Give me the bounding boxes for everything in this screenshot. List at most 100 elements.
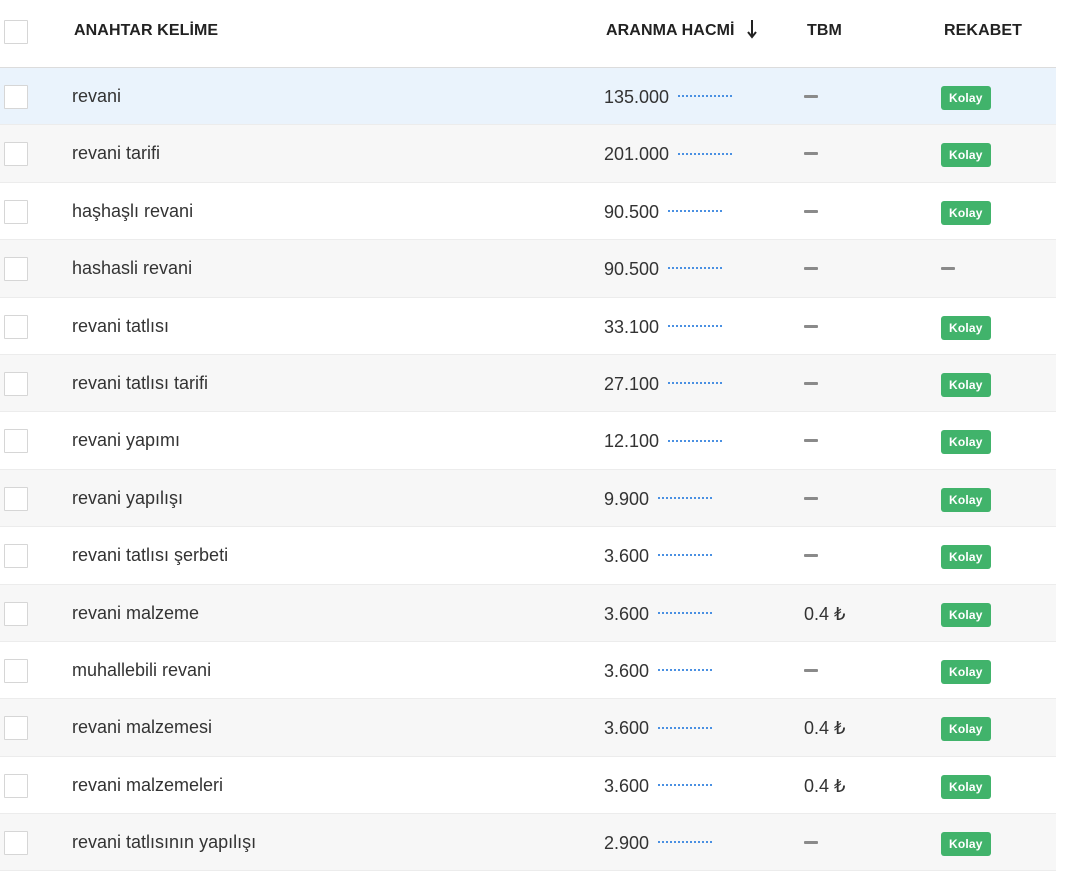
cpc-empty-dash-icon <box>804 95 818 98</box>
volume-value: 27.100 <box>604 373 660 394</box>
trend-sparkline-icon[interactable] <box>658 726 713 729</box>
keyword-cell[interactable]: revani <box>72 86 121 107</box>
volume-value: 33.100 <box>604 316 660 337</box>
volume-cell: 9.900 <box>604 488 713 510</box>
row-checkbox[interactable] <box>4 371 28 396</box>
volume-cell: 135.000 <box>604 87 733 108</box>
table-row[interactable]: revani tarifi 201.000 Kolay <box>0 125 1056 183</box>
competition-badge: Kolay <box>941 200 991 225</box>
table-row[interactable]: revani yapımı 12.100 Kolay <box>0 412 1056 470</box>
cpc-empty-dash-icon <box>804 209 818 213</box>
table-row[interactable]: revani malzeme 3.600 0.4 ₺ Kolay <box>0 584 1056 642</box>
table-row[interactable]: muhallebili revani 3.600 Kolay <box>0 641 1056 700</box>
volume-value: 9.900 <box>604 488 650 509</box>
competition-badge: Kolay <box>941 315 991 340</box>
trend-sparkline-icon[interactable] <box>668 267 723 270</box>
trend-sparkline-icon[interactable] <box>678 95 733 98</box>
trend-sparkline-icon[interactable] <box>658 611 713 614</box>
volume-value: 201.000 <box>604 144 670 165</box>
keyword-cell[interactable]: revani tatlısı şerbeti <box>72 545 228 566</box>
table-row[interactable]: revani tatlısının yapılışı 2.900 Kolay <box>0 814 1056 872</box>
row-checkbox[interactable] <box>4 314 28 339</box>
sort-down-arrow-icon[interactable] <box>744 18 760 40</box>
table-row[interactable]: revani tatlısı şerbeti 3.600 Kolay <box>0 527 1056 585</box>
column-header-competition[interactable]: REKABET <box>944 22 1022 40</box>
trend-sparkline-icon[interactable] <box>658 783 713 786</box>
row-checkbox[interactable] <box>4 658 28 683</box>
volume-cell: 201.000 <box>604 144 733 165</box>
volume-value: 3.600 <box>604 775 650 796</box>
table-row[interactable]: revani 135.000 Kolay <box>0 68 1056 126</box>
cpc-empty-dash-icon <box>804 439 818 443</box>
volume-value: 3.600 <box>604 546 650 567</box>
trend-sparkline-icon[interactable] <box>668 210 723 213</box>
cpc-empty-dash-icon <box>804 381 818 385</box>
select-all-checkbox[interactable] <box>4 20 28 44</box>
table-row[interactable]: hashasli revani 90.500 <box>0 240 1056 298</box>
keyword-cell[interactable]: revani tarifi <box>72 143 160 164</box>
competition-badge: Kolay <box>941 487 991 512</box>
keyword-cell[interactable]: revani tatlısı tarifi <box>72 373 208 394</box>
keyword-cell[interactable]: revani yapımı <box>72 430 180 451</box>
row-checkbox[interactable] <box>4 85 28 109</box>
trend-sparkline-icon[interactable] <box>668 382 723 385</box>
row-checkbox[interactable] <box>4 601 28 626</box>
keyword-cell[interactable]: revani malzemesi <box>72 717 212 738</box>
trend-sparkline-icon[interactable] <box>658 554 713 557</box>
volume-cell: 12.100 <box>604 431 723 452</box>
competition-badge: Kolay <box>941 372 991 397</box>
row-checkbox[interactable] <box>4 429 28 454</box>
competition-badge: Kolay <box>941 430 991 455</box>
table-row[interactable]: revani tatlısı 33.100 Kolay <box>0 297 1056 355</box>
trend-sparkline-icon[interactable] <box>668 439 723 442</box>
competition-badge: Kolay <box>941 86 991 110</box>
keyword-cell[interactable]: muhallebili revani <box>72 660 211 681</box>
cpc-empty-dash-icon <box>804 668 818 672</box>
keyword-cell[interactable]: revani tatlısının yapılışı <box>72 832 256 853</box>
keyword-cell[interactable]: revani malzemeleri <box>72 775 223 796</box>
volume-value: 12.100 <box>604 431 660 452</box>
table-row[interactable]: revani malzemesi 3.600 0.4 ₺ Kolay <box>0 699 1056 757</box>
keyword-cell[interactable]: revani tatlısı <box>72 316 169 337</box>
competition-badge: Kolay <box>941 659 991 684</box>
keyword-cell[interactable]: hashasli revani <box>72 258 192 279</box>
volume-value: 3.600 <box>604 718 650 739</box>
column-header-keyword[interactable]: ANAHTAR KELİME <box>74 22 218 40</box>
row-checkbox[interactable] <box>4 716 28 741</box>
keyword-cell[interactable]: revani malzeme <box>72 603 199 624</box>
competition-badge: Kolay <box>941 143 991 168</box>
volume-cell: 2.900 <box>604 833 713 854</box>
table-body: revani 135.000 Kolay revani tarifi 201.000 Ko… <box>0 68 1056 872</box>
volume-cell: 3.600 <box>604 775 713 797</box>
volume-value: 3.600 <box>604 603 650 624</box>
competition-badge: Kolay <box>941 774 991 799</box>
trend-sparkline-icon[interactable] <box>678 152 733 155</box>
keyword-cell[interactable]: revani yapılışı <box>72 488 183 509</box>
row-checkbox[interactable] <box>4 831 28 856</box>
trend-sparkline-icon[interactable] <box>658 841 713 844</box>
column-header-volume[interactable]: ARANMA HACMİ <box>606 22 735 40</box>
table-row[interactable]: haşhaşlı revani 90.500 Kolay <box>0 182 1056 241</box>
keyword-cell[interactable]: haşhaşlı revani <box>72 201 193 222</box>
trend-sparkline-icon[interactable] <box>658 669 713 672</box>
row-checkbox[interactable] <box>4 257 28 282</box>
table-row[interactable]: revani tatlısı tarifi 27.100 Kolay <box>0 354 1056 413</box>
column-header-cpc[interactable]: TBM <box>807 22 842 40</box>
volume-cell: 27.100 <box>604 373 723 395</box>
cpc-empty-dash-icon <box>804 267 818 271</box>
trend-sparkline-icon[interactable] <box>668 324 723 327</box>
volume-value: 3.600 <box>604 660 650 681</box>
row-checkbox[interactable] <box>4 773 28 798</box>
table-row[interactable]: revani yapılışı 9.900 Kolay <box>0 469 1056 528</box>
row-checkbox[interactable] <box>4 199 28 224</box>
row-checkbox[interactable] <box>4 544 28 569</box>
volume-value: 135.000 <box>604 87 670 107</box>
cpc-empty-dash-icon <box>804 841 818 845</box>
row-checkbox[interactable] <box>4 486 28 511</box>
trend-sparkline-icon[interactable] <box>658 496 713 499</box>
cpc-empty-dash-icon <box>804 324 818 328</box>
row-checkbox[interactable] <box>4 142 28 167</box>
table-row[interactable]: revani malzemeleri 3.600 0.4 ₺ Kolay <box>0 756 1056 815</box>
volume-value: 2.900 <box>604 833 650 854</box>
competition-empty-dash-icon <box>941 267 955 271</box>
